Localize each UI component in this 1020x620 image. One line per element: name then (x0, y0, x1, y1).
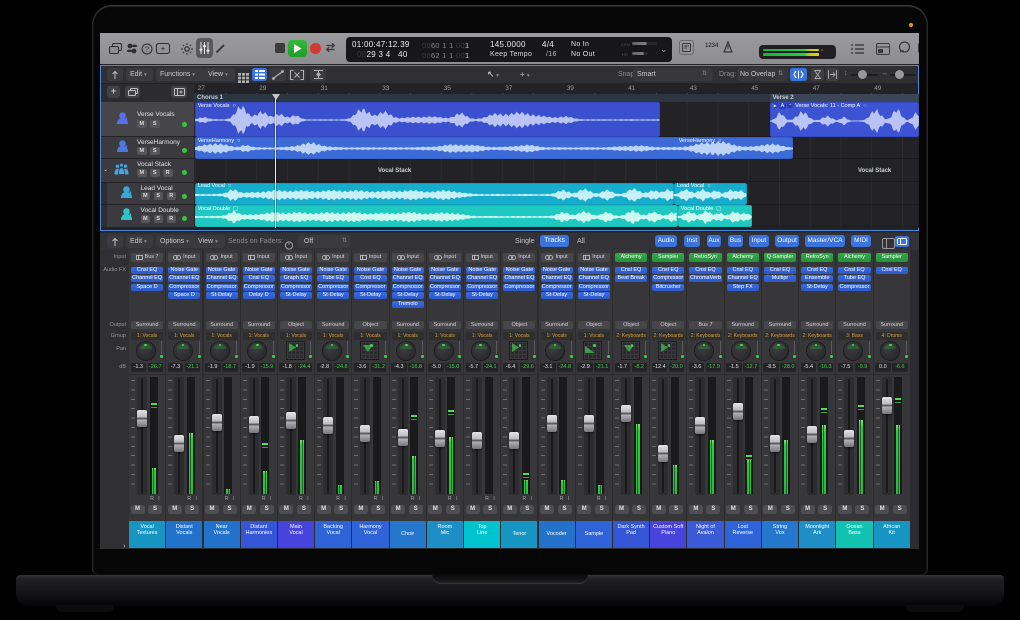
svg-text:?: ? (145, 44, 149, 53)
svg-text:+: + (161, 44, 166, 53)
